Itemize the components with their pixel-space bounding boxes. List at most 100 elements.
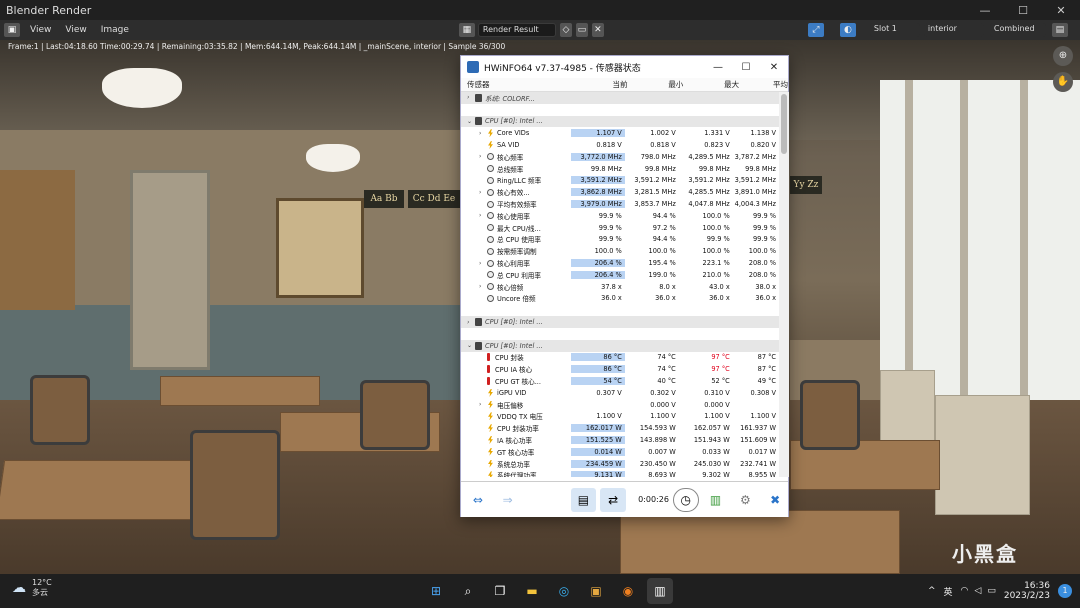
expand-chevron-icon[interactable]: ›	[479, 130, 487, 137]
expand-chevron-icon[interactable]: ›	[467, 94, 475, 101]
sensor-row[interactable]: 总 CPU 利用率 206.4 % 199.0 % 210.0 % 208.0 %	[461, 269, 779, 281]
start-icon[interactable]: ⊞	[423, 578, 449, 604]
expand-chevron-icon[interactable]: ›	[479, 212, 487, 219]
menu-image[interactable]: Image	[97, 25, 133, 35]
hwinfo-window[interactable]: HWiNFO64 v7.37-4985 - 传感器状态 — ☐ ✕ 传感器 当前…	[460, 55, 789, 517]
image-browse-icon[interactable]: ▦	[458, 23, 475, 37]
value-cell-max: 223.1 %	[702, 259, 730, 268]
header-min[interactable]: 最小	[630, 79, 686, 90]
sensor-row[interactable]: IA 核心功率 151.525 W 143.898 W 151.943 W 151.60…	[461, 434, 779, 446]
image-name-field[interactable]: Render Result	[477, 23, 556, 37]
sensor-group-row[interactable]: › CPU [#0]: Intel ...	[461, 316, 779, 328]
header-sensor[interactable]: 传感器	[467, 79, 575, 90]
sensor-row[interactable]: › 核心倍频 37.8 x 8.0 x 43.0 x 38.0 x	[461, 281, 779, 293]
sensor-group-row[interactable]: › 系统: COLORF...	[461, 92, 779, 104]
search-icon[interactable]: ⌕	[455, 578, 481, 604]
value-cell-min: 0.000 V	[650, 400, 676, 409]
nav-right-icon[interactable]: ⇒	[495, 488, 521, 512]
sensor-row[interactable]: 最大 CPU/线... 99.9 % 97.2 % 100.0 % 99.9 %	[461, 222, 779, 234]
blender-icon[interactable]: ◉	[615, 578, 641, 604]
sensor-group-row[interactable]: ⌄ CPU [#0]: Intel ...	[461, 115, 779, 128]
sensor-row[interactable]: CPU IA 核心 86 °C 74 °C 97 °C 87 °C	[461, 363, 779, 375]
expand-chevron-icon[interactable]: ›	[479, 260, 487, 267]
sensor-row[interactable]: › 核心利用率 206.4 % 195.4 % 223.1 % 208.0 %	[461, 257, 779, 269]
expand-chevron-icon[interactable]: ›	[479, 401, 487, 408]
battery-icon[interactable]: ▭	[987, 586, 996, 596]
notification-badge[interactable]: 1	[1058, 584, 1072, 598]
sensor-row[interactable]: GT 核心功率 0.014 W 0.007 W 0.033 W 0.017 W	[461, 446, 779, 458]
folder-icon[interactable]: ▭	[575, 23, 588, 37]
minimize-button[interactable]: —	[966, 4, 1004, 17]
hwinfo-close-button[interactable]: ✕	[760, 62, 788, 73]
hwinfo-maximize-button[interactable]: ☐	[732, 62, 760, 73]
sensor-row[interactable]: VDDQ TX 电压 1.100 V 1.100 V 1.100 V 1.100 V	[461, 411, 779, 423]
hwinfo-titlebar[interactable]: HWiNFO64 v7.37-4985 - 传感器状态 — ☐ ✕	[461, 56, 788, 78]
sensor-row[interactable]: 系统代理功率 9.131 W 8.693 W 9.302 W 8.955 W	[461, 470, 779, 477]
sensor-row[interactable]: 平均有效频率 3,979.0 MHz 3,853.7 MHz 4,047.8 MHz 4…	[461, 198, 779, 210]
header-current[interactable]: 当前	[575, 79, 631, 90]
connection-icon[interactable]: ⇄	[600, 487, 627, 512]
expand-chevron-icon[interactable]: ⌄	[467, 342, 475, 349]
sensor-row[interactable]: › 电压偏移 0.000 V 0.000 V	[461, 399, 779, 411]
expand-chevron-icon[interactable]: ›	[479, 283, 487, 290]
expand-chevron-icon[interactable]: ›	[479, 153, 487, 160]
hwinfo-taskbar-icon[interactable]: ▥	[647, 578, 673, 604]
sensor-table[interactable]: › 系统: COLORF... ⌄ CPU [#0]: Intel ... › Core …	[461, 92, 779, 477]
sensor-row[interactable]: 总 CPU 使用率 99.9 % 94.4 % 99.9 % 99.9 %	[461, 234, 779, 246]
sensor-row[interactable]: › 核心有效... 3,862.8 MHz 3,281.5 MHz 4,285.5 MH…	[461, 186, 779, 198]
sensor-row[interactable]: CPU GT 核心... 54 °C 40 °C 52 °C 49 °C	[461, 375, 779, 387]
menu-view-2[interactable]: View	[61, 25, 90, 35]
task-view-icon[interactable]: ❐	[487, 578, 513, 604]
close-x-icon[interactable]: ✖	[762, 488, 788, 512]
log-file-icon[interactable]: ▥	[703, 488, 729, 512]
clock[interactable]: 16:36 2023/2/23	[1004, 581, 1050, 601]
store-icon[interactable]: ▣	[583, 578, 609, 604]
sensor-row[interactable]: Uncore 倍频 36.0 x 36.0 x 36.0 x 36.0 x	[461, 293, 779, 305]
network-icon[interactable]: ▤	[570, 487, 597, 512]
sensor-row[interactable]: 系统总功率 234.459 W 230.450 W 245.030 W 232.741 …	[461, 458, 779, 470]
edge-icon[interactable]: ◎	[551, 578, 577, 604]
sensor-row[interactable]: CPU 封装 86 °C 74 °C 97 °C 87 °C	[461, 352, 779, 364]
expand-chevron-icon[interactable]: ›	[467, 319, 475, 326]
wifi-icon[interactable]: ◠	[961, 586, 969, 596]
sensor-row[interactable]: 总线频率 99.8 MHz 99.8 MHz 99.8 MHz 99.8 MHz	[461, 163, 779, 175]
sensor-row[interactable]: Ring/LLC 频率 3,591.2 MHz 3,591.2 MHz 3,591.2…	[461, 175, 779, 187]
vertical-scrollbar[interactable]	[779, 92, 789, 477]
value-cell-min: 8.693 W	[648, 471, 676, 477]
sensor-row[interactable]: SA VID 0.818 V 0.818 V 0.823 V 0.820 V	[461, 139, 779, 151]
channels-icon[interactable]: ▤	[1051, 23, 1068, 37]
file-explorer-icon[interactable]: ▬	[519, 578, 545, 604]
sensor-group-row[interactable]: ⌄ CPU [#0]: Intel ...	[461, 339, 779, 352]
settings-gear-icon[interactable]: ⚙	[732, 488, 758, 512]
nav-left-right-icon[interactable]: ⇔	[465, 488, 491, 512]
maximize-button[interactable]: ☐	[1004, 4, 1042, 17]
sensor-row[interactable]: iGPU VID 0.307 V 0.302 V 0.310 V 0.308 V	[461, 387, 779, 399]
expand-chevron-icon[interactable]: ⌄	[467, 118, 475, 125]
layer-select[interactable]: interior	[923, 23, 984, 37]
sensor-row[interactable]: › 核心频率 3,772.0 MHz 798.0 MHz 4,289.5 MHz 3,78…	[461, 151, 779, 163]
close-image-icon[interactable]: ✕	[591, 23, 604, 37]
editor-type-icon[interactable]: ▣	[4, 23, 20, 37]
display-mode-icon[interactable]: ◐	[839, 23, 856, 37]
expand-chevron-icon[interactable]: ›	[479, 189, 487, 196]
sensor-row[interactable]: › Core VIDs 1.107 V 1.002 V 1.331 V 1.138 V	[461, 127, 779, 139]
scrollbar-thumb[interactable]	[781, 94, 787, 154]
volume-icon[interactable]: ◁	[974, 586, 981, 596]
sensor-row[interactable]: › 核心使用率 99.9 % 94.4 % 100.0 % 99.9 %	[461, 210, 779, 222]
pass-select[interactable]: Combined	[989, 23, 1046, 37]
hwinfo-minimize-button[interactable]: —	[704, 62, 732, 73]
sensor-row[interactable]: 按需频率调制 100.0 % 100.0 % 100.0 % 100.0 %	[461, 245, 779, 257]
pan-tool-icon[interactable]: ✋	[1053, 72, 1073, 92]
clock-icon[interactable]: ◷	[672, 487, 699, 512]
pin-icon[interactable]: ⤢	[807, 23, 824, 37]
header-max[interactable]: 最大	[686, 79, 742, 90]
slot-select[interactable]: Slot 1	[869, 23, 920, 37]
header-avg[interactable]: 平均	[742, 79, 788, 90]
close-button[interactable]: ✕	[1042, 4, 1080, 17]
menu-view-1[interactable]: View	[26, 25, 55, 35]
tray-chevron-icon[interactable]: ^	[928, 586, 936, 596]
input-language[interactable]: 英	[944, 585, 953, 598]
sensor-row[interactable]: CPU 封装功率 162.017 W 154.593 W 162.057 W 161.9…	[461, 422, 779, 434]
shield-icon[interactable]: ◇	[559, 23, 572, 37]
weather-widget[interactable]: ☁ 12°C 多云	[12, 578, 52, 598]
